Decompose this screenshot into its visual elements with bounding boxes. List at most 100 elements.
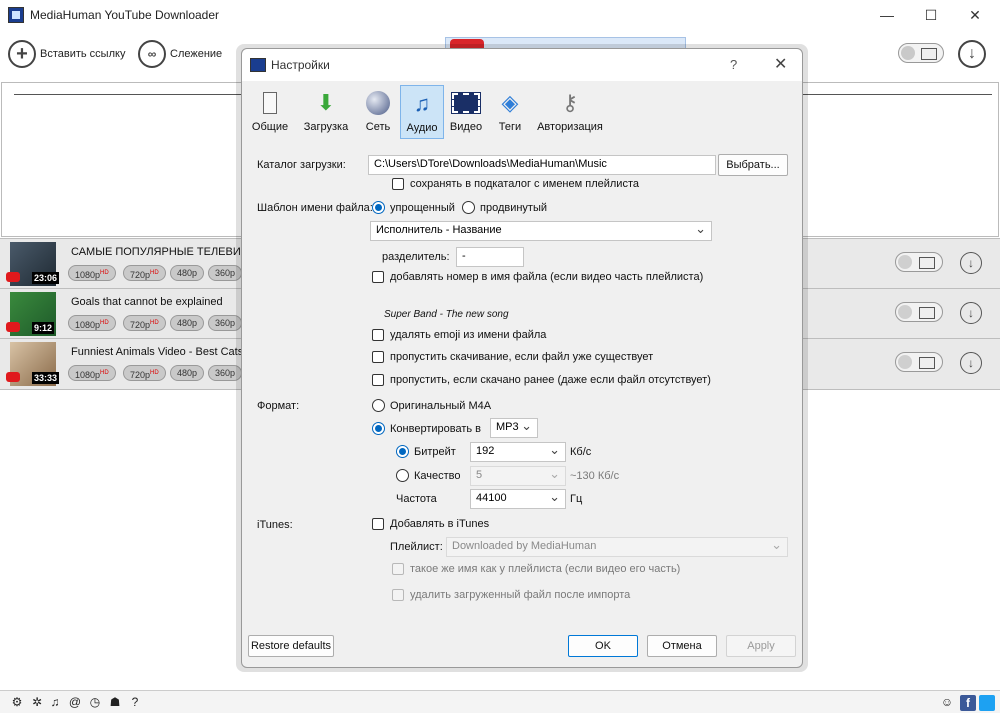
main-title-bar: MediaHuman YouTube Downloader — ☐ ✕ xyxy=(0,0,1000,30)
download-icon[interactable]: ↓ xyxy=(960,302,982,324)
youtube-icon xyxy=(6,372,20,382)
delete-after-import-checkbox[interactable] xyxy=(392,589,404,601)
remove-emoji-label: удалять emoji из имени файла xyxy=(390,329,547,341)
plus-icon: + xyxy=(8,40,36,68)
same-name-checkbox[interactable] xyxy=(392,563,404,575)
simple-radio[interactable] xyxy=(372,201,385,214)
tag-icon: ◈ xyxy=(501,90,519,115)
quality-select[interactable]: 5 xyxy=(470,466,566,486)
music-note-icon: ♫ xyxy=(413,91,431,116)
support-icon[interactable]: ☺ xyxy=(940,695,954,709)
quality-720[interactable]: 720pHD xyxy=(123,365,166,381)
tab-video[interactable]: Видео xyxy=(448,85,484,139)
playlist-select[interactable]: Downloaded by MediaHuman xyxy=(446,537,788,557)
close-icon[interactable]: ✕ xyxy=(964,4,986,26)
tab-tags[interactable]: ◈ Теги xyxy=(492,85,528,139)
tracking-label: Слежение xyxy=(170,48,223,60)
itunes-label: iTunes: xyxy=(257,519,293,531)
video-title: Funniest Animals Video - Best Cats xyxy=(71,346,244,358)
add-number-checkbox[interactable] xyxy=(372,271,384,283)
frequency-label: Частота xyxy=(396,493,437,505)
separator-label: разделитель: xyxy=(382,251,450,263)
add-number-label: добавлять номер в имя файла (если видео … xyxy=(390,271,704,283)
quality-480[interactable]: 480p xyxy=(170,315,205,331)
minimize-icon[interactable]: — xyxy=(876,4,898,26)
remove-emoji-checkbox[interactable] xyxy=(372,329,384,341)
original-m4a-radio[interactable] xyxy=(372,399,385,412)
row-toggle[interactable] xyxy=(895,302,943,322)
skip-downloaded-checkbox[interactable] xyxy=(372,374,384,386)
separator-input[interactable]: - xyxy=(456,247,524,267)
tracking-button[interactable]: ∞ Слежение xyxy=(138,39,222,69)
facebook-icon[interactable]: f xyxy=(960,695,976,711)
globe-icon xyxy=(363,88,393,118)
tab-network[interactable]: Сеть xyxy=(360,85,396,139)
dialog-title: Настройки xyxy=(271,58,330,72)
frequency-select[interactable]: 44100 xyxy=(470,489,566,509)
close-icon[interactable]: ✕ xyxy=(774,54,787,74)
original-m4a-label: Оригинальный M4A xyxy=(390,400,492,412)
ok-button[interactable]: OK xyxy=(568,635,638,657)
quality-720[interactable]: 720pHD xyxy=(123,315,166,331)
filename-template-label: Шаблон имени файла: xyxy=(257,202,373,214)
advanced-radio[interactable] xyxy=(462,201,475,214)
cancel-button[interactable]: Отмена xyxy=(647,635,717,657)
quality-720[interactable]: 720pHD xyxy=(123,265,166,281)
quality-1080[interactable]: 1080pHD xyxy=(68,365,116,381)
save-subfolder-label: сохранять в подкаталог с именем плейлист… xyxy=(410,178,639,190)
format-label: Формат: xyxy=(257,400,300,412)
tab-authorization[interactable]: ⚷ Авторизация xyxy=(536,85,604,139)
save-subfolder-checkbox[interactable] xyxy=(392,178,404,190)
convert-label: Конвертировать в xyxy=(390,423,481,435)
bitrate-unit: Кб/с xyxy=(570,446,592,458)
simple-label: упрощенный xyxy=(390,202,455,214)
quality-480[interactable]: 480p xyxy=(170,265,205,281)
apply-button[interactable]: Apply xyxy=(726,635,796,657)
video-title: Goals that cannot be explained xyxy=(71,296,223,308)
gear-icon[interactable]: ⚙ xyxy=(10,695,24,709)
download-arrow-icon: ⬇ xyxy=(316,90,336,115)
download-icon[interactable]: ↓ xyxy=(960,252,982,274)
quality-1080[interactable]: 1080pHD xyxy=(68,315,116,331)
quality-480[interactable]: 480p xyxy=(170,365,205,381)
row-toggle[interactable] xyxy=(895,352,943,372)
delete-after-import-label: удалить загруженный файл после импорта xyxy=(410,589,631,601)
add-itunes-checkbox[interactable] xyxy=(372,518,384,530)
video-duration: 33:33 xyxy=(32,372,60,384)
template-select[interactable]: Исполнитель - Название xyxy=(370,221,712,241)
help-icon[interactable]: ? xyxy=(128,695,142,709)
convert-format-select[interactable]: MP3 xyxy=(490,418,538,438)
twitter-icon[interactable] xyxy=(979,695,995,711)
clock-icon[interactable]: ◷ xyxy=(88,695,102,709)
bitrate-select[interactable]: 192 xyxy=(470,442,566,462)
main-mode-toggle[interactable] xyxy=(898,43,944,63)
row-toggle[interactable] xyxy=(895,252,943,272)
music-icon[interactable]: ♫ xyxy=(48,695,62,709)
snail-icon[interactable]: @ xyxy=(68,695,82,709)
help-icon[interactable]: ? xyxy=(730,57,737,72)
convert-radio[interactable] xyxy=(372,422,385,435)
bug-icon[interactable]: ☗ xyxy=(108,695,122,709)
quality-1080[interactable]: 1080pHD xyxy=(68,265,116,281)
maximize-icon[interactable]: ☐ xyxy=(920,4,942,26)
download-all-icon[interactable]: ↓ xyxy=(958,40,986,68)
download-icon[interactable]: ↓ xyxy=(960,352,982,374)
download-dir-label: Каталог загрузки: xyxy=(257,159,346,171)
tab-audio[interactable]: ♫ Аудио xyxy=(400,85,444,139)
quality-radio[interactable] xyxy=(396,469,409,482)
bitrate-radio[interactable] xyxy=(396,445,409,458)
tab-download[interactable]: ⬇ Загрузка xyxy=(298,85,354,139)
download-dir-input[interactable]: C:\Users\DTore\Downloads\MediaHuman\Musi… xyxy=(368,155,716,175)
main-window-title: MediaHuman YouTube Downloader xyxy=(30,8,220,22)
restore-defaults-button[interactable]: Restore defaults xyxy=(248,635,334,657)
skip-downloaded-label: пропустить, если скачано ранее (даже есл… xyxy=(390,374,711,386)
settings-icon[interactable]: ✲ xyxy=(30,695,44,709)
quality-unit: ~130 Кб/с xyxy=(570,470,620,482)
paste-link-button[interactable]: + Вставить ссылку xyxy=(8,39,125,69)
skip-existing-checkbox[interactable] xyxy=(372,351,384,363)
bitrate-label: Битрейт xyxy=(414,446,456,458)
tab-general[interactable]: Общие xyxy=(250,85,290,139)
playlist-label: Плейлист: xyxy=(390,541,443,553)
general-icon xyxy=(255,88,285,118)
browse-button[interactable]: Выбрать... xyxy=(718,154,788,176)
